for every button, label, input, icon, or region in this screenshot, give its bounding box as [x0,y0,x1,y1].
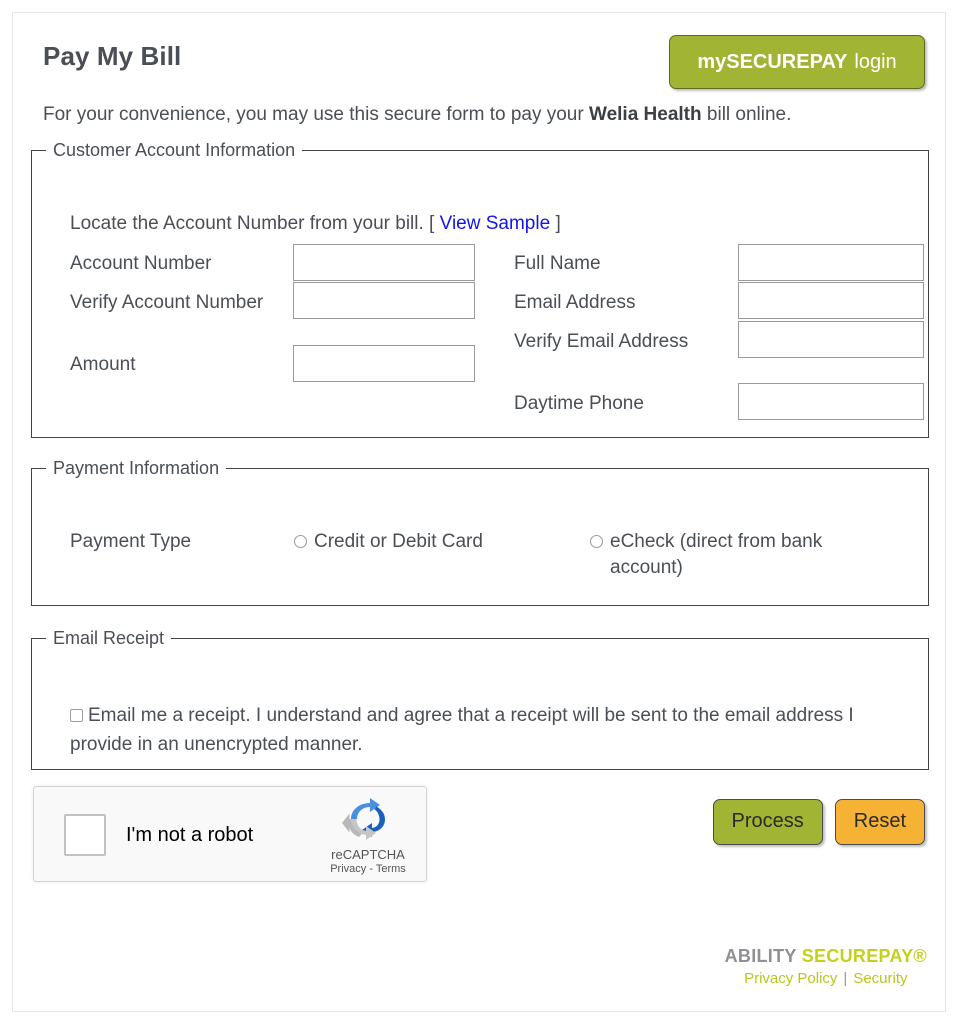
payment-type-credit-card-option[interactable]: Credit or Debit Card [294,529,483,556]
recaptcha-logo-group: reCAPTCHA Privacy - Terms [328,797,408,875]
email-receipt-consent-label: Email me a receipt. I understand and agr… [70,704,854,756]
verify-email-address-label: Verify Email Address [514,330,689,352]
verify-account-number-input[interactable] [293,281,475,319]
payment-section-legend: Payment Information [53,457,220,478]
payment-type-label: Payment Type [70,530,192,552]
page-container: Pay My Bill mySECUREPAY login For your c… [12,12,946,1012]
page-content: Pay My Bill mySECUREPAY login For your c… [31,35,929,896]
header: Pay My Bill mySECUREPAY login [31,35,929,101]
privacy-policy-link[interactable]: Privacy Policy [744,970,837,987]
account-number-label: Account Number [70,252,212,274]
login-button-brand: mySECUREPAY [697,50,848,73]
page-title: Pay My Bill [43,41,182,71]
footer-link-separator: | [843,970,848,987]
intro-text-after: bill online. [701,104,792,125]
customer-account-information-section: Customer Account Information Locate the … [31,139,929,438]
account-number-input[interactable] [293,243,475,281]
receipt-section-legend: Email Receipt [53,627,165,648]
radio-icon[interactable] [590,534,603,548]
ability-securepay-logo: ABILITY SECUREPAY® [725,946,927,967]
security-link[interactable]: Security [853,970,907,987]
locate-account-number-hint: Locate the Account Number from your bill… [70,213,561,235]
recaptcha-icon [342,797,385,840]
email-address-label: Email Address [514,291,636,313]
intro-text-before: For your convenience, you may use this s… [43,104,589,125]
checkbox-icon[interactable] [70,708,83,722]
daytime-phone-label: Daytime Phone [514,392,644,414]
echeck-option-label: eCheck (direct from bank account) [610,530,823,579]
recaptcha-widget[interactable]: I'm not a robot reCAPTCHA Privacy - Term… [33,785,427,882]
email-receipt-consent-row[interactable]: Email me a receipt. I understand and agr… [70,701,890,760]
recaptcha-brand-label: reCAPTCHA [331,846,405,862]
footer-links: Privacy Policy | Security [725,970,927,987]
logo-ability-text: ABILITY [724,946,797,966]
verify-account-number-label: Verify Account Number [70,291,264,313]
verify-email-address-input[interactable] [738,320,924,358]
recaptcha-checkbox[interactable] [64,813,106,856]
locate-hint-after: ] [550,212,561,234]
full-name-input[interactable] [738,243,924,281]
daytime-phone-input[interactable] [738,382,924,420]
form-footer-row: I'm not a robot reCAPTCHA Privacy - Term… [31,785,929,896]
customer-section-legend: Customer Account Information [53,139,296,160]
footer: ABILITY SECUREPAY® Privacy Policy | Securi… [725,946,927,987]
full-name-label: Full Name [514,252,601,274]
mysecurepay-login-button[interactable]: mySECUREPAY login [669,35,925,89]
recaptcha-privacy-terms[interactable]: Privacy - Terms [328,863,408,875]
reset-button[interactable]: Reset [834,798,925,845]
email-address-input[interactable] [738,281,924,319]
payment-type-echeck-option[interactable]: eCheck (direct from bank account) [590,529,880,582]
logo-securepay-text: SECUREPAY® [801,946,927,966]
radio-icon[interactable] [294,534,307,548]
process-button[interactable]: Process [712,798,823,845]
intro-org-name: Welia Health [588,104,702,125]
locate-hint-before: Locate the Account Number from your bill… [70,212,440,234]
view-sample-link[interactable]: View Sample [440,213,551,234]
login-button-suffix: login [854,50,897,73]
recaptcha-label: I'm not a robot [126,823,254,846]
amount-label: Amount [70,353,136,375]
pay-my-bill-page: Pay My Bill mySECUREPAY login For your c… [0,0,958,1024]
payment-information-section: Payment Information Payment Type Credit … [31,457,929,606]
email-receipt-section: Email Receipt Email me a receipt. I unde… [31,627,929,770]
intro-text: For your convenience, you may use this s… [43,103,929,128]
amount-input[interactable] [293,344,475,382]
action-buttons: Process Reset [712,798,925,845]
credit-card-option-label: Credit or Debit Card [314,530,483,552]
